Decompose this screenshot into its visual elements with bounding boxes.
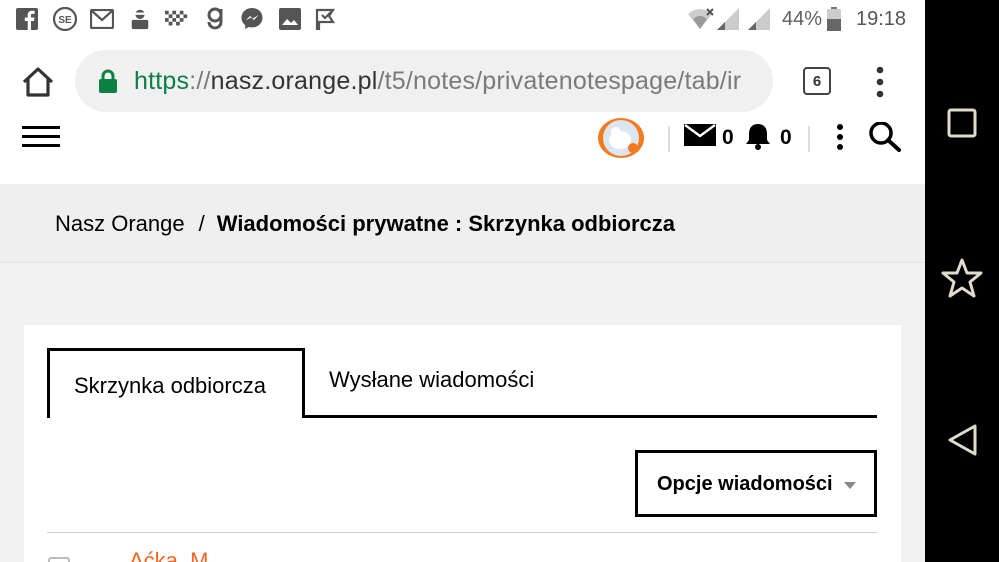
caret-down-icon <box>844 482 856 489</box>
url-scheme: https <box>134 67 190 95</box>
header-divider <box>808 126 810 152</box>
back-icon <box>948 424 977 456</box>
breadcrumb: Nasz Orange / Wiadomości prywatne : Skrzyn… <box>55 211 675 237</box>
breadcrumb-band: Nasz Orange / Wiadomości prywatne : Skrzyn… <box>0 184 925 263</box>
breadcrumb-home-link[interactable]: Nasz Orange <box>55 211 185 236</box>
list-divider <box>47 532 877 533</box>
envelope-icon[interactable] <box>684 124 716 148</box>
recents-button[interactable] <box>925 93 999 153</box>
home-icon[interactable] <box>20 64 56 100</box>
g-icon <box>203 7 227 31</box>
photo-icon <box>278 7 302 31</box>
url-host: nasz.orange.pl <box>210 67 378 95</box>
flag-icon <box>315 7 339 31</box>
wifi-off-icon <box>686 7 716 31</box>
url-separator: :// <box>189 67 211 95</box>
battery-percent: 44% <box>782 8 823 30</box>
messages-count: 0 <box>722 126 734 149</box>
star-icon <box>941 258 983 298</box>
tab-sent[interactable]: Wysłane wiadomości <box>329 367 534 393</box>
recents-icon <box>947 108 977 138</box>
browser-menu-icon[interactable] <box>872 65 888 99</box>
message-sender-link[interactable]: Aćka_M <box>129 548 208 562</box>
more-options-icon[interactable] <box>833 124 847 152</box>
message-options-label: Opcje wiadomości <box>657 473 833 495</box>
message-options-button[interactable]: Opcje wiadomości <box>635 450 877 517</box>
tab-switcher-button[interactable]: 6 <box>803 67 831 95</box>
android-nav-bar <box>925 0 999 562</box>
status-bar: SE 44% 19:18 <box>0 0 925 38</box>
checker-icon <box>165 7 189 31</box>
facebook-icon <box>15 7 39 31</box>
tabs-underline <box>305 415 877 418</box>
gmail-icon <box>90 7 114 31</box>
svg-text:SE: SE <box>58 15 72 26</box>
se-icon: SE <box>53 7 77 31</box>
site-header: 0 0 <box>0 118 925 185</box>
browser-toolbar: https://nasz.orange.pl/t5/notes/privaten… <box>0 38 925 126</box>
breadcrumb-separator: / <box>198 211 205 236</box>
tab-inbox-label: Skrzynka odbiorcza <box>74 373 266 398</box>
bell-icon[interactable] <box>744 122 772 150</box>
messages-card: Skrzynka odbiorcza Wysłane wiadomości Op… <box>24 325 901 562</box>
battery-icon <box>826 7 842 31</box>
header-divider <box>668 126 670 152</box>
back-button[interactable] <box>925 410 999 470</box>
clock: 19:18 <box>856 8 907 30</box>
tab-inbox[interactable]: Skrzynka odbiorcza <box>47 348 305 418</box>
url-path: /t5/notes/privatenotespage/tab/ir <box>377 67 742 95</box>
signal-1-icon <box>717 7 741 31</box>
url-text[interactable]: https://nasz.orange.pl/t5/notes/privaten… <box>134 67 741 96</box>
signal-2-icon <box>748 7 772 31</box>
hamburger-menu-icon[interactable] <box>22 126 60 148</box>
message-checkbox[interactable] <box>48 557 70 562</box>
avatar[interactable] <box>598 118 644 158</box>
lock-icon <box>97 69 119 93</box>
search-icon[interactable] <box>868 121 902 152</box>
messenger-icon <box>240 7 264 31</box>
thief-icon <box>128 7 152 31</box>
notifications-count: 0 <box>780 126 792 149</box>
url-bar[interactable]: https://nasz.orange.pl/t5/notes/privaten… <box>75 50 773 112</box>
page-title: Wiadomości prywatne : Skrzynka odbiorcza <box>216 211 676 236</box>
bookmark-star-button[interactable] <box>925 248 999 308</box>
browser-screen: SE 44% 19:18 https://nasz.orange.pl/t5/n… <box>0 0 925 562</box>
